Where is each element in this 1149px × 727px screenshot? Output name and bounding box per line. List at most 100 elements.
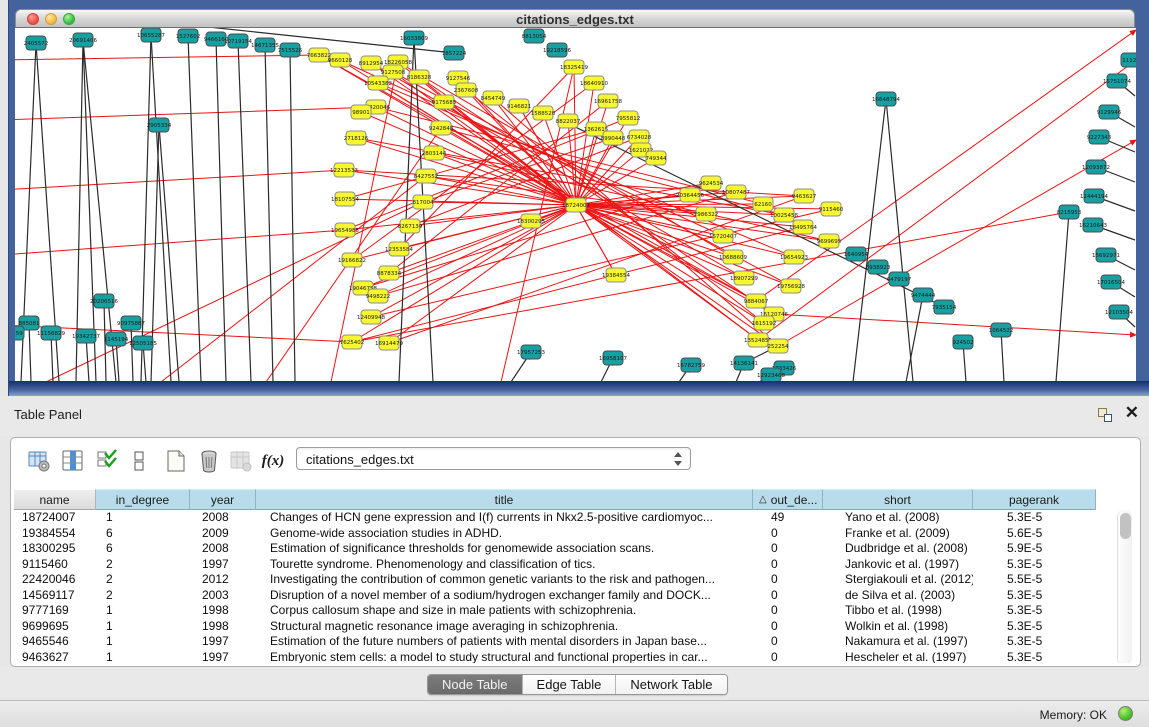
cell[interactable]: Wolkin et al. (1998): [823, 619, 973, 635]
cell[interactable]: 9115460: [14, 557, 96, 573]
cell[interactable]: 2012: [190, 572, 256, 588]
cell[interactable]: 1998: [190, 619, 256, 635]
cell[interactable]: 1997: [190, 634, 256, 650]
cell[interactable]: Tibbo et al. (1998): [823, 603, 973, 619]
cell[interactable]: 0: [753, 650, 823, 664]
rows-icon[interactable]: [125, 447, 153, 475]
cell[interactable]: 6: [96, 526, 190, 542]
cell[interactable]: 5.6E-5: [973, 526, 1096, 542]
cell[interactable]: 49: [753, 510, 823, 526]
cell[interactable]: 9699695: [14, 619, 96, 635]
citation-edge-red[interactable]: [419, 77, 774, 314]
new-column-icon[interactable]: [162, 447, 190, 475]
citation-edge-red[interactable]: [756, 30, 1136, 301]
cell[interactable]: 1: [96, 603, 190, 619]
citation-edge[interactable]: [853, 99, 886, 382]
cell[interactable]: 18724007: [14, 510, 96, 526]
citation-edge[interactable]: [29, 323, 31, 382]
network-window-titlebar[interactable]: citations_edges.txt: [15, 9, 1135, 28]
cell[interactable]: 5.3E-5: [973, 510, 1096, 526]
cell[interactable]: 1: [96, 634, 190, 650]
cell[interactable]: 0: [753, 634, 823, 650]
cell[interactable]: 1997: [190, 650, 256, 664]
column-header-year[interactable]: year: [190, 489, 256, 510]
cell[interactable]: 5.3E-5: [973, 650, 1096, 664]
select-columns-icon[interactable]: [93, 447, 121, 475]
table-row[interactable]: 1456911722003Disruption of a novel membe…: [14, 588, 1137, 604]
cell[interactable]: 5.3E-5: [973, 588, 1096, 604]
cell[interactable]: Tourette syndrome. Phenomenology and cla…: [256, 557, 753, 573]
cell[interactable]: 9777169: [14, 603, 96, 619]
cell[interactable]: 19384554: [14, 526, 96, 542]
cell[interactable]: 2: [96, 588, 190, 604]
citation-edge-red[interactable]: [15, 230, 345, 255]
citation-edge[interactable]: [1001, 330, 1004, 382]
citation-edge[interactable]: [141, 35, 151, 382]
citation-edge-red[interactable]: [352, 212, 1069, 342]
vertical-scrollbar[interactable]: [1117, 510, 1132, 663]
cell[interactable]: Estimation of significance thresholds fo…: [256, 541, 753, 557]
cell[interactable]: Stergiakouli et al. (2012): [823, 572, 973, 588]
column-header-in_degree[interactable]: in_degree: [96, 489, 190, 510]
cell[interactable]: 22420046: [14, 572, 96, 588]
tab-node-table[interactable]: Node Table: [428, 675, 523, 694]
cell[interactable]: 0: [753, 603, 823, 619]
cell[interactable]: 0: [753, 526, 823, 542]
table-settings-icon[interactable]: [25, 447, 53, 475]
citation-edge[interactable]: [216, 39, 226, 382]
column-header-name[interactable]: name: [14, 489, 96, 510]
cell[interactable]: 1: [96, 650, 190, 664]
cell[interactable]: 0: [753, 541, 823, 557]
cell[interactable]: 6: [96, 541, 190, 557]
cell[interactable]: Disruption of a novel member of a sodium…: [256, 588, 753, 604]
cell[interactable]: Corpus callosum shape and size in male p…: [256, 603, 753, 619]
cell[interactable]: 9463627: [14, 650, 96, 664]
cell[interactable]: Dudbridge et al. (2008): [823, 541, 973, 557]
citation-edge-red[interactable]: [15, 107, 376, 120]
column-header-title[interactable]: title: [256, 489, 753, 510]
scrollbar-thumb[interactable]: [1120, 513, 1131, 539]
cell[interactable]: 2003: [190, 588, 256, 604]
column-header-short[interactable]: short: [823, 489, 973, 510]
cell[interactable]: 2: [96, 572, 190, 588]
citation-network-graph[interactable]: 2405572206914061065528715276029466160107…: [15, 28, 1136, 382]
close-panel-icon[interactable]: ✕: [1125, 404, 1139, 422]
citation-edge-red[interactable]: [319, 55, 756, 301]
cell[interactable]: Embryonic stem cells: a model to study s…: [256, 650, 753, 664]
show-columns-icon[interactable]: [59, 447, 87, 475]
cell[interactable]: Changes of HCN gene expression and I(f) …: [256, 510, 753, 526]
table-row[interactable]: 946554611997Estimation of the future num…: [14, 634, 1137, 650]
cell[interactable]: Yano et al. (2008): [823, 510, 973, 526]
cell[interactable]: 18300295: [14, 541, 96, 557]
cell[interactable]: 9465546: [14, 634, 96, 650]
cell[interactable]: 0: [753, 557, 823, 573]
function-builder-icon[interactable]: f(x): [259, 447, 287, 475]
tab-network-table[interactable]: Network Table: [616, 675, 726, 694]
cell[interactable]: 0: [753, 619, 823, 635]
cell[interactable]: Hescheler et al. (1997): [823, 650, 973, 664]
delete-icon[interactable]: [195, 447, 223, 475]
float-panel-icon[interactable]: [1097, 407, 1113, 423]
citation-edge[interactable]: [290, 50, 295, 382]
citation-edge-red[interactable]: [15, 170, 344, 190]
cell[interactable]: 5.3E-5: [973, 634, 1096, 650]
citation-edge-red[interactable]: [466, 90, 764, 323]
cell[interactable]: 1: [96, 619, 190, 635]
citation-edge-red[interactable]: [774, 314, 1136, 335]
cell[interactable]: Franke et al. (2009): [823, 526, 973, 542]
table-row[interactable]: 1830029562008Estimation of significance …: [14, 541, 1137, 557]
column-header-pagerank[interactable]: pagerank: [973, 489, 1096, 510]
citation-edge-red[interactable]: [15, 325, 352, 342]
cell[interactable]: 1: [96, 510, 190, 526]
table-row[interactable]: 2242004622012Investigating the contribut…: [14, 572, 1137, 588]
citation-edge[interactable]: [886, 99, 913, 382]
cell[interactable]: 2: [96, 557, 190, 573]
cell[interactable]: 1997: [190, 557, 256, 573]
cell[interactable]: 5.3E-5: [973, 603, 1096, 619]
cell[interactable]: 0: [753, 572, 823, 588]
table-row[interactable]: 969969511998Structural magnetic resonanc…: [14, 619, 1137, 635]
table-row[interactable]: 911546021997Tourette syndrome. Phenomeno…: [14, 557, 1137, 573]
cell[interactable]: 1998: [190, 603, 256, 619]
cell[interactable]: 5.3E-5: [973, 557, 1096, 573]
citation-edge[interactable]: [188, 36, 201, 382]
